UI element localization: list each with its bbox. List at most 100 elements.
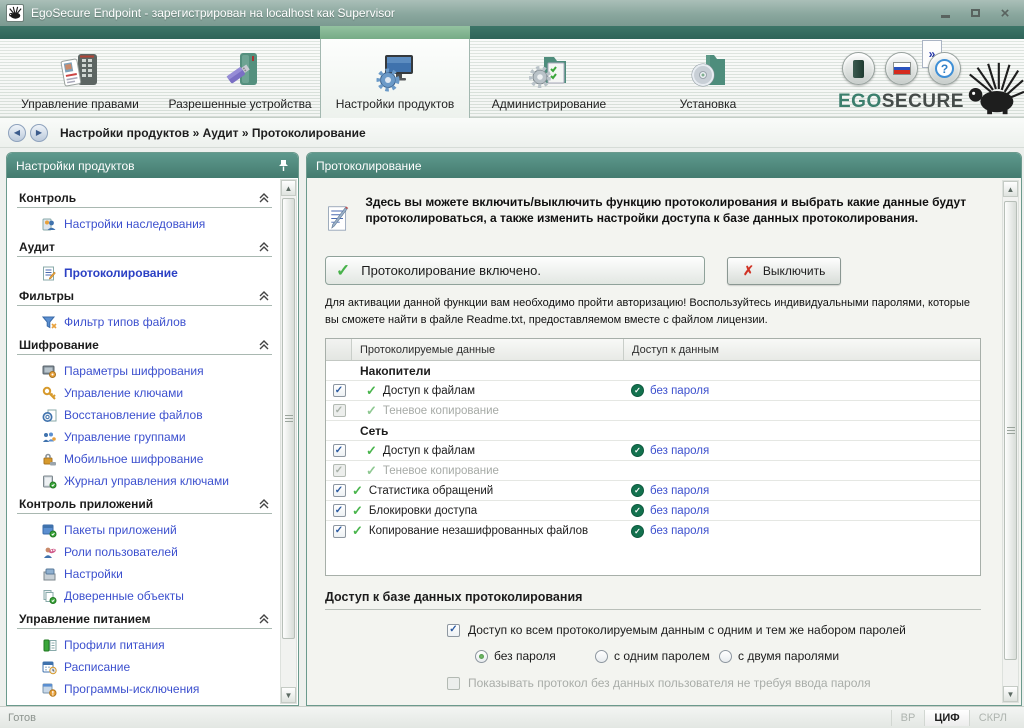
funnel-icon <box>41 314 57 330</box>
sidebar-item-label: Протоколирование <box>64 266 178 280</box>
disable-button[interactable]: ✗ Выключить <box>727 257 841 285</box>
column-header-access: Доступ к данным <box>624 344 980 356</box>
sidebar-section-power[interactable]: Управление питанием <box>17 607 272 628</box>
sidebar-section-app-control[interactable]: Контроль приложений <box>17 492 272 513</box>
scroll-up-icon[interactable]: ▲ <box>281 180 296 196</box>
restore-icon[interactable] <box>968 6 982 20</box>
roles-icon <box>41 544 57 560</box>
sidebar-item-app-packages[interactable]: Пакеты приложений <box>17 519 272 541</box>
schedule-icon <box>41 659 57 675</box>
sidebar-body: Контроль Настройки наследования Аудит Пр… <box>7 178 298 705</box>
disable-button-label: Выключить <box>763 264 825 278</box>
sidebar-section-control[interactable]: Контроль <box>17 186 272 207</box>
sidebar-item-protocol[interactable]: Протоколирование <box>17 262 272 284</box>
sidebar-scrollbar[interactable]: ▲ ▼ <box>280 179 297 704</box>
server-icon[interactable] <box>842 52 875 85</box>
table-row: ✓ ✓Теневое копирование <box>326 461 980 481</box>
tab-label: Администрирование <box>492 97 606 111</box>
scroll-down-icon[interactable]: ▼ <box>281 687 296 703</box>
help-icon[interactable]: ? <box>928 52 961 85</box>
sidebar-item-settings[interactable]: Настройки <box>17 563 272 585</box>
sidebar-item-inheritance-settings[interactable]: Настройки наследования <box>17 213 272 235</box>
sidebar-item-label: Доверенные объекты <box>64 589 184 603</box>
main-panel: Протоколирование Здесь вы можете включит… <box>306 152 1022 706</box>
section-title: Управление питанием <box>19 612 150 626</box>
back-icon[interactable]: ◀ <box>8 124 26 142</box>
row-checkbox[interactable]: ✓ <box>333 504 346 517</box>
main-header: Протоколирование <box>307 153 1021 178</box>
row-checkbox[interactable]: ✓ <box>333 484 346 497</box>
flag-ru-icon[interactable] <box>885 52 918 85</box>
collapse-icon[interactable] <box>258 291 270 301</box>
same-passwords-checkbox[interactable]: ✓ <box>447 624 460 637</box>
access-link[interactable]: без пароля <box>650 385 709 397</box>
sidebar-section-filters[interactable]: Фильтры <box>17 284 272 305</box>
sidebar-item-program-exclusions[interactable]: Программы-исключения <box>17 678 272 700</box>
sidebar-item-label: Профили питания <box>64 638 165 652</box>
collapse-icon[interactable] <box>258 193 270 203</box>
scroll-up-icon[interactable]: ▲ <box>1003 181 1018 197</box>
users-icon <box>41 216 57 232</box>
tab-administration[interactable]: Администрирование <box>470 39 628 118</box>
sidebar-item-power-profiles[interactable]: Профили питания <box>17 634 272 656</box>
sidebar-section-encryption[interactable]: Шифрование <box>17 333 272 354</box>
sidebar-item-label: Программы-исключения <box>64 682 199 696</box>
sidebar-item-schedule[interactable]: Расписание <box>17 656 272 678</box>
sidebar-item-group-management[interactable]: Управление группами <box>17 426 272 448</box>
scrollbar-thumb[interactable] <box>1004 201 1017 660</box>
access-link[interactable]: без пароля <box>650 485 709 497</box>
cd-folder-icon <box>686 47 730 93</box>
sidebar-item-label: Настройки наследования <box>64 217 205 231</box>
sidebar-item-user-roles[interactable]: Роли пользователей <box>17 541 272 563</box>
scrollbar-thumb[interactable] <box>282 198 295 639</box>
sidebar-item-encryption-params[interactable]: Параметры шифрования <box>17 360 272 382</box>
gear-monitor-icon <box>373 47 417 93</box>
row-checkbox[interactable]: ✓ <box>333 444 346 457</box>
key-icon <box>41 385 57 401</box>
collapse-icon[interactable] <box>258 499 270 509</box>
minimize-icon[interactable] <box>938 6 952 20</box>
show-without-userdata-row: Показывать протокол без данных пользоват… <box>447 676 981 690</box>
main-scrollbar[interactable]: ▲ ▼ <box>1002 180 1019 703</box>
access-check-icon: ✓ <box>631 504 644 517</box>
enabled-check-icon: ✓ <box>352 503 363 519</box>
radio-one-password[interactable]: с одним паролем <box>595 649 719 663</box>
row-checkbox[interactable]: ✓ <box>333 384 346 397</box>
sidebar-item-file-recovery[interactable]: Восстановление файлов <box>17 404 272 426</box>
access-link[interactable]: без пароля <box>650 505 709 517</box>
indicator-scrl: СКРЛ <box>969 710 1016 726</box>
sidebar-item-key-management[interactable]: Управление ключами <box>17 382 272 404</box>
tab-installation[interactable]: Установка <box>628 39 788 118</box>
radio-label: с одним паролем <box>614 649 710 663</box>
forward-icon[interactable]: ▶ <box>30 124 48 142</box>
close-icon[interactable]: × <box>998 6 1012 20</box>
tab-product-settings[interactable]: Настройки продуктов <box>320 39 470 118</box>
sidebar-item-file-type-filter[interactable]: Фильтр типов файлов <box>17 311 272 333</box>
sidebar-item-trusted-objects[interactable]: Доверенные объекты <box>17 585 272 607</box>
radio-no-password[interactable]: без пароля <box>475 649 595 663</box>
radio-label: без пароля <box>494 649 556 663</box>
gear-folder-icon <box>527 47 571 93</box>
pin-icon[interactable] <box>278 159 289 172</box>
scroll-down-icon[interactable]: ▼ <box>1003 686 1018 702</box>
collapse-icon[interactable] <box>258 614 270 624</box>
protocol-icon <box>41 265 57 281</box>
table-row: ✓ ✓Доступ к файлам ✓без пароля <box>326 441 980 461</box>
checkbox-column-header <box>326 339 352 360</box>
show-without-userdata-label: Показывать протокол без данных пользоват… <box>468 676 871 690</box>
trusted-icon <box>41 588 57 604</box>
sidebar-section-audit[interactable]: Аудит <box>17 235 272 256</box>
radio-two-passwords[interactable]: с двумя паролями <box>719 649 839 663</box>
row-checkbox[interactable]: ✓ <box>333 525 346 538</box>
access-link[interactable]: без пароля <box>650 445 709 457</box>
protocol-table: Протоколируемые данные Доступ к данным Н… <box>325 338 981 576</box>
sidebar-header: Настройки продуктов <box>7 153 298 178</box>
access-link[interactable]: без пароля <box>650 525 709 537</box>
sidebar-item-mobile-encryption[interactable]: Мобильное шифрование <box>17 448 272 470</box>
sidebar-item-key-journal[interactable]: Журнал управления ключами <box>17 470 272 492</box>
tab-rights-management[interactable]: Управление правами <box>0 39 160 118</box>
tab-permitted-devices[interactable]: Разрешенные устройства <box>160 39 320 118</box>
collapse-icon[interactable] <box>258 242 270 252</box>
collapse-icon[interactable] <box>258 340 270 350</box>
check-icon: ✓ <box>336 261 350 281</box>
